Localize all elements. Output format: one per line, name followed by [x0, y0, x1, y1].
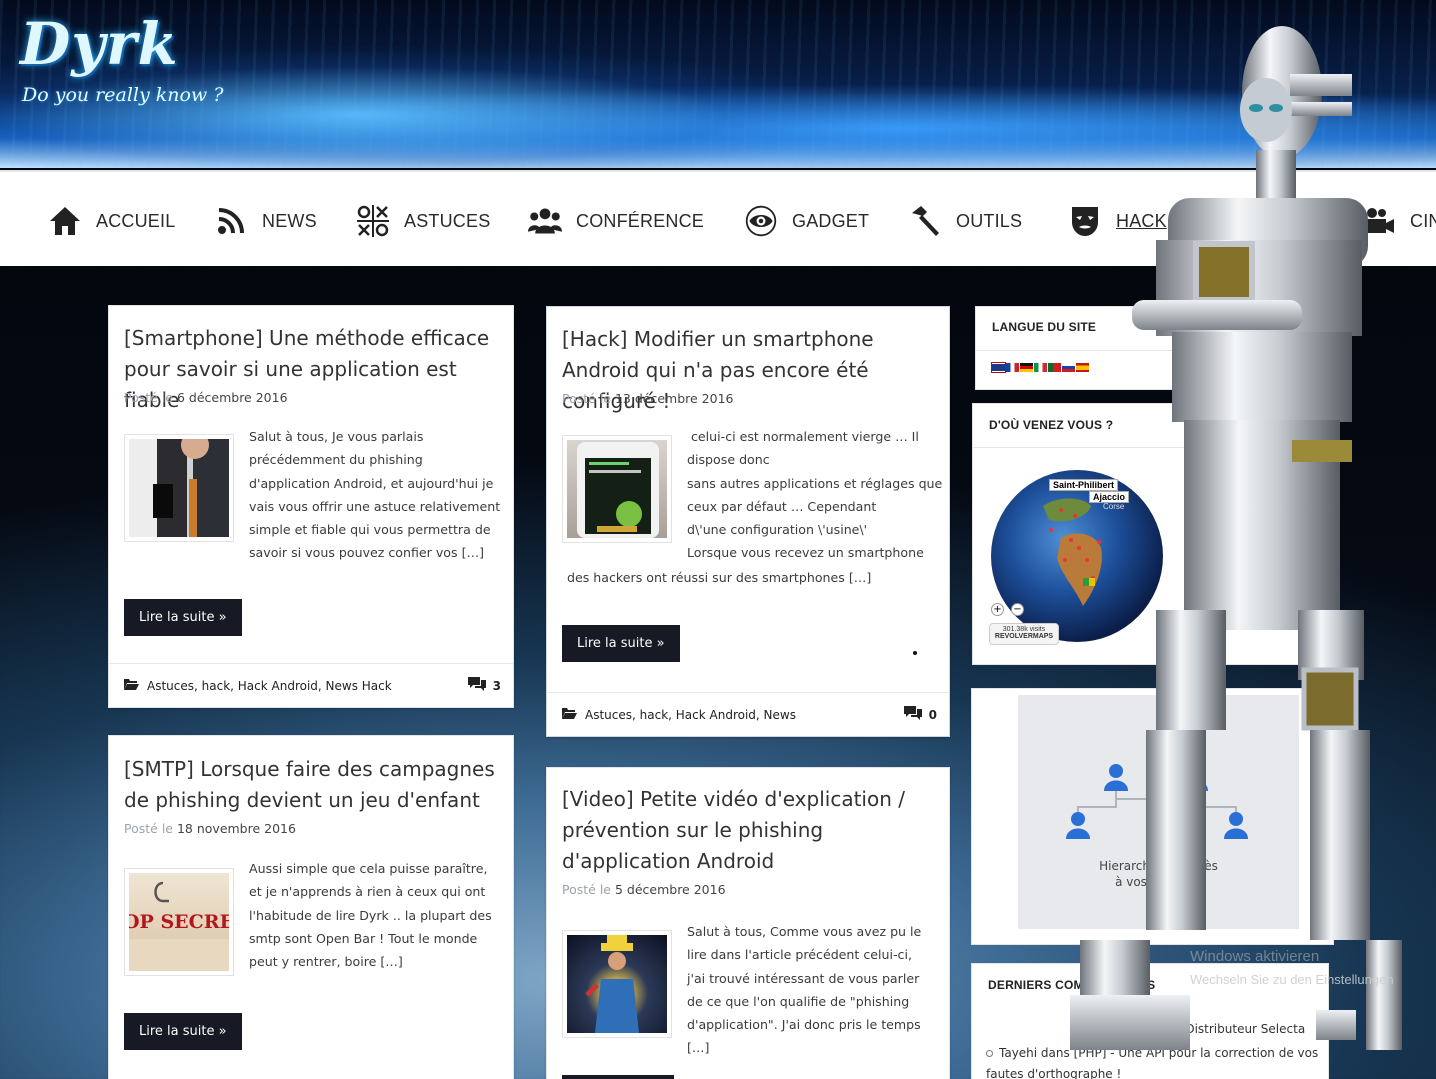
windows-activation-subtitle: Wechseln Sie zu den Einstellungen [1190, 972, 1394, 987]
site-tagline: Do you really know ? [22, 84, 224, 106]
post-meta: Posté le 6 décembre 2016 [124, 390, 288, 405]
post-categories[interactable]: Astuces, hack, Hack Android, News Hack [147, 679, 392, 693]
android-phone-image [567, 440, 667, 538]
zoom-in-button[interactable]: + [991, 603, 1004, 616]
post-meta: Posté le 5 décembre 2016 [562, 882, 726, 897]
visits-badge[interactable]: 301.38k visits REVOLVERMAPS [989, 623, 1059, 645]
flag-it-icon[interactable] [1034, 363, 1047, 372]
top-secret-stamp: OP SECRE [129, 911, 229, 933]
robot-figure-image [1070, 26, 1402, 1050]
posted-label: Posté le [124, 821, 173, 836]
nav-label: ACCUEIL [96, 210, 176, 231]
post-card: [Video] Petite vidéo d'explication / pré… [546, 767, 950, 1079]
post-date[interactable]: 18 novembre 2016 [177, 821, 296, 836]
nav-item-conference[interactable]: CONFÉRENCE [528, 206, 704, 236]
post-thumbnail[interactable] [562, 435, 672, 543]
comments-count[interactable]: 0 [929, 708, 937, 722]
read-more-button[interactable]: Lire la suite » [124, 599, 242, 636]
nav-item-gadget[interactable]: GADGET [744, 205, 870, 237]
read-more-button[interactable]: Lire la suite » [562, 625, 680, 662]
post-excerpt: Salut à tous, Comme vous avez pu le lire… [687, 924, 922, 1056]
excerpt-line: d\'une configuration \'usine\' [687, 522, 868, 538]
tic-tac-toe-icon [356, 205, 390, 237]
post-title[interactable]: [Video] Petite vidéo d'explication / pré… [562, 784, 937, 877]
excerpt-line: Lorsque vous recevez un smartphone [687, 545, 924, 561]
eye-icon [744, 205, 778, 237]
stray-dot [913, 651, 917, 655]
post-meta: Posté le 13 décembre 2016 [562, 391, 734, 406]
rss-icon [214, 205, 248, 237]
post-footer: Astuces, hack, Hack Android, News 0 [547, 692, 949, 736]
site-logo[interactable]: Dyrk [20, 10, 179, 78]
post-card: [Hack] Modifier un smartphone Android qu… [546, 306, 950, 737]
post-date[interactable]: 13 décembre 2016 [615, 391, 734, 406]
magician-video-image [567, 935, 667, 1033]
folder-icon [124, 678, 139, 693]
windows-activation-title: Windows aktivieren [1190, 948, 1320, 965]
home-icon [48, 205, 82, 237]
post-excerpt: Aussi simple que cela puisse paraître, e… [249, 861, 492, 970]
top-secret-folder-image: OP SECRE [129, 873, 229, 971]
revolvermaps-brand: REVOLVERMAPS [994, 633, 1054, 640]
nav-item-news[interactable]: NEWS [214, 206, 317, 236]
bullet-icon [986, 1050, 993, 1057]
nav-item-outils[interactable]: OUTILS [908, 206, 1022, 236]
nav-label: GADGET [792, 210, 870, 231]
post-date[interactable]: 6 décembre 2016 [177, 390, 288, 405]
post-excerpt: Salut à tous, Je vous parlais précédemme… [249, 429, 501, 561]
read-more-button[interactable] [562, 1075, 674, 1079]
zoom-out-button[interactable]: − [1011, 603, 1024, 616]
excerpt-line: des hackers ont réussi sur des smartphon… [567, 570, 872, 585]
post-footer: Astuces, hack, Hack Android, News Hack 3 [109, 663, 513, 707]
posted-label: Posté le [562, 882, 611, 897]
posted-label: Posté le [562, 391, 611, 406]
flag-uk-icon[interactable] [991, 362, 1006, 373]
nav-label: OUTILS [956, 210, 1023, 231]
post-card: [Smartphone] Une méthode efficace pour s… [108, 305, 514, 708]
post-thumbnail[interactable]: OP SECRE [124, 868, 234, 976]
post-date[interactable]: 5 décembre 2016 [615, 882, 726, 897]
nav-label: NEWS [262, 210, 317, 231]
post-thumbnail[interactable] [562, 930, 672, 1038]
excerpt-line: ceux par défaut … Cependant [687, 498, 877, 514]
folder-icon [562, 707, 577, 722]
nav-item-accueil[interactable]: ACCUEIL [48, 206, 175, 236]
businessman-phone-image [129, 431, 229, 537]
flag-de-icon[interactable] [1020, 363, 1033, 372]
read-more-button[interactable]: Lire la suite » [124, 1013, 242, 1050]
nav-label: ASTUCES [404, 210, 491, 231]
users-icon [528, 205, 562, 237]
nav-item-astuces[interactable]: ASTUCES [356, 205, 491, 237]
excerpt-line: celui-ci est normalement vierge … Il [691, 429, 919, 444]
post-excerpt: celui-ci est normalement vierge … Il dis… [687, 425, 947, 565]
comments-icon [903, 705, 923, 724]
nav-label: CONFÉRENCE [576, 210, 705, 231]
posted-label: Posté le [124, 390, 173, 405]
post-title[interactable]: [SMTP] Lorsque faire des campagnes de ph… [124, 754, 501, 816]
excerpt-line: dispose donc [687, 452, 770, 468]
visits-count: 301.38k visits [1002, 626, 1046, 633]
excerpt-line: sans autres applications et réglages que [687, 475, 943, 491]
post-meta: Posté le 18 novembre 2016 [124, 821, 296, 836]
post-categories[interactable]: Astuces, hack, Hack Android, News [585, 708, 796, 722]
post-thumbnail[interactable] [124, 431, 234, 542]
flag-fr-icon[interactable] [1006, 363, 1019, 372]
post-card: [SMTP] Lorsque faire des campagnes de ph… [108, 735, 514, 1079]
hammer-icon [908, 205, 942, 237]
comments-count[interactable]: 3 [493, 679, 501, 693]
comments-icon [467, 676, 487, 695]
